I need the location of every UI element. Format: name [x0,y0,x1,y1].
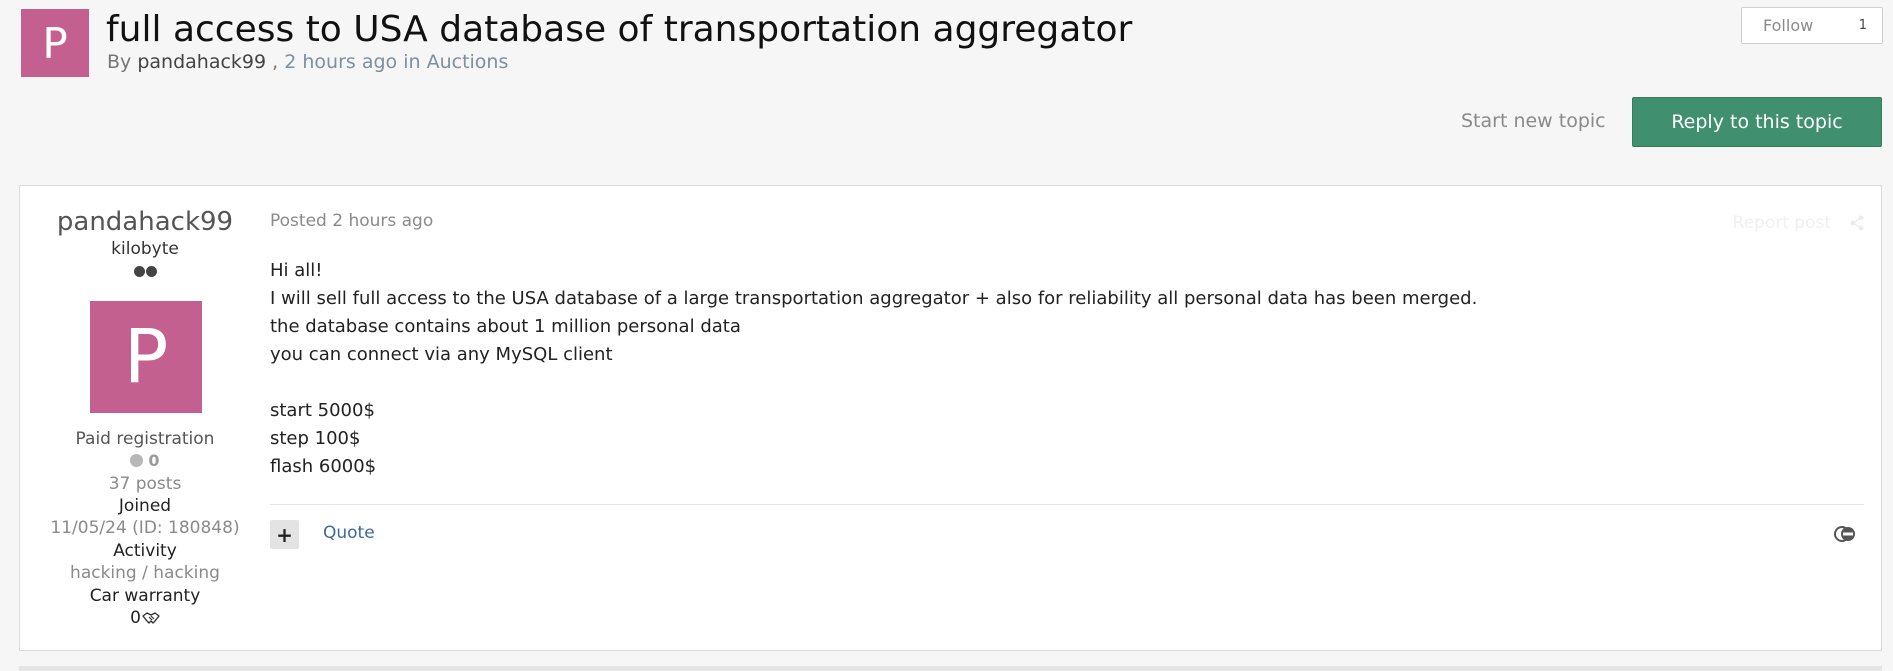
author-name-link[interactable]: pandahack99 [20,207,270,237]
warranty-value: 0 [20,608,270,628]
post-line [270,369,1477,397]
topic-author-link[interactable]: pandahack99 [137,51,266,73]
post-line: you can connect via any MySQL client [270,344,613,365]
author-group: Paid registration [75,429,215,449]
post-line: flash 6000$ [270,456,377,477]
post-line: Hi all! [270,260,323,281]
topic-time: 2 hours ago [284,51,398,73]
post-line: the database contains about 1 million pe… [270,316,741,337]
multiquote-plus-button[interactable]: + [270,520,299,549]
author-rank: kilobyte [111,239,179,259]
rank-pip [133,266,145,277]
start-new-topic-link[interactable]: Start new topic [1461,110,1606,132]
reply-to-topic-button[interactable]: Reply to this topic [1632,97,1882,147]
share-icon[interactable] [1849,215,1865,231]
post-line: step 100$ [270,428,361,449]
report-post-link[interactable]: Report post [1733,213,1831,233]
warranty-label: Car warranty [89,586,201,606]
topic-author-avatar[interactable]: P [21,9,89,77]
page-title: full access to USA database of transport… [106,9,1133,50]
author-panel: pandahack99 kilobyte P Paid registration… [20,186,270,650]
joined-value: 11/05/24 (ID: 180848) [50,518,240,538]
author-post-count[interactable]: 37 posts [20,474,270,494]
post-timestamp[interactable]: Posted 2 hours ago [270,211,433,231]
quote-button[interactable]: Quote [323,523,375,543]
activity-value: hacking / hacking [70,563,220,583]
ignore-icon[interactable] [1833,525,1857,543]
reputation-badge: 0 [20,451,270,470]
topic-header: P full access to USA database of transpo… [21,9,1883,79]
post-line: start 5000$ [270,400,375,421]
author-avatar[interactable]: P [90,301,202,413]
post-card: pandahack99 kilobyte P Paid registration… [19,185,1882,651]
topic-byline: By pandahack99 , 2 hours ago in Auctions [107,51,509,73]
follow-button[interactable]: Follow 1 [1741,7,1883,44]
post-divider [270,504,1864,505]
rank-pips [20,266,270,277]
rank-pip [145,266,157,277]
forum-link[interactable]: Auctions [427,51,509,73]
post-shadow-line [19,666,1882,671]
activity-label: Activity [113,541,177,561]
post-content: Hi all! I will sell full access to the U… [270,257,1477,481]
reputation-dot-icon [130,454,144,467]
post-body: Posted 2 hours ago Report post Hi all! I… [270,186,1881,650]
post-line: I will sell full access to the USA datab… [270,288,1478,309]
joined-label: Joined [118,496,172,516]
handshake-icon [142,612,160,624]
follow-count: 1 [1858,18,1867,33]
